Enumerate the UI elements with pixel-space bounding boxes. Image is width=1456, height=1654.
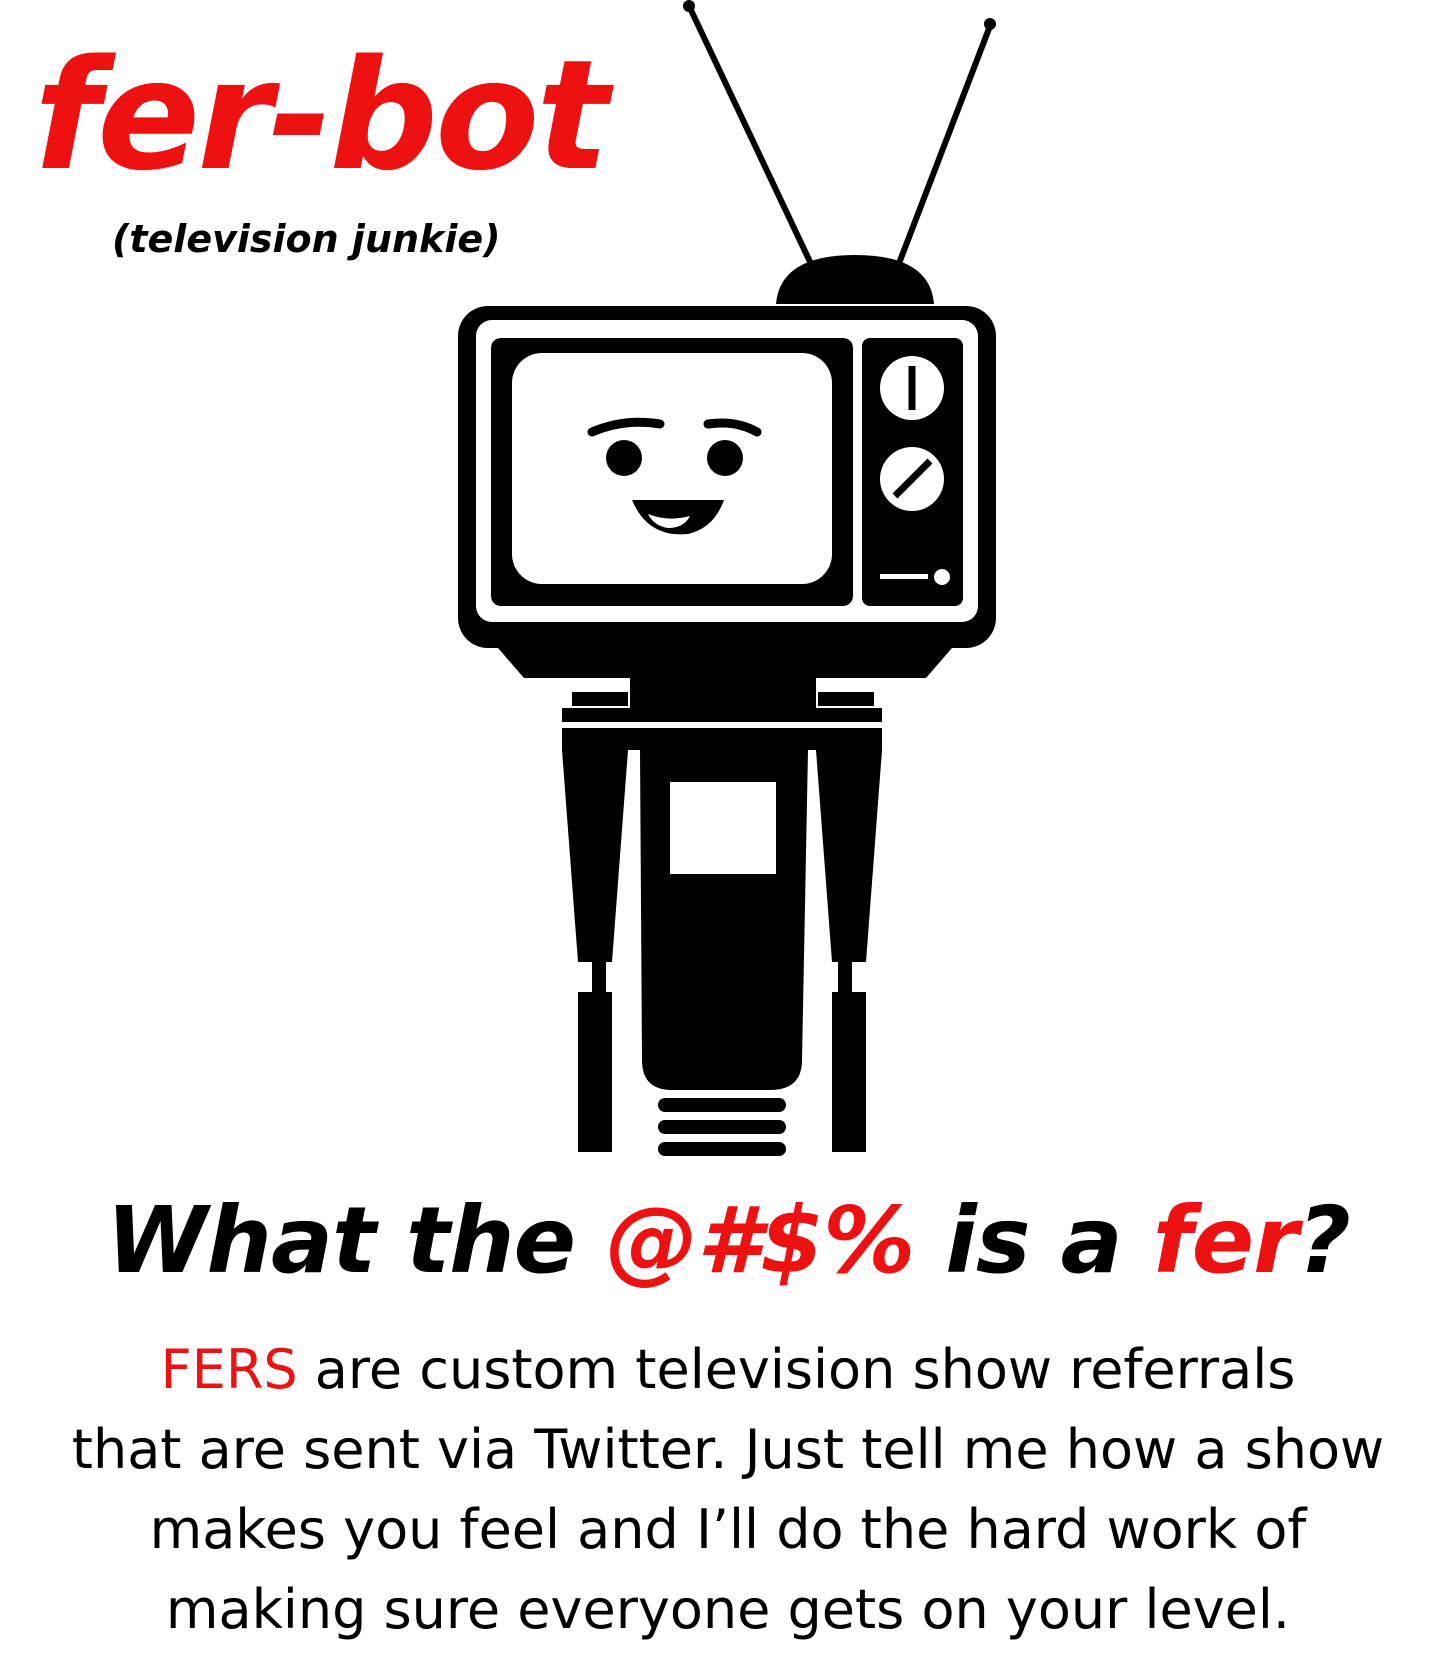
headline-question: ? — [1297, 1187, 1351, 1294]
description-line-3: makes you feel and I’ll do the hard work… — [149, 1498, 1307, 1561]
description-line-2: that are sent via Twitter. Just tell me … — [71, 1418, 1385, 1481]
description-line-1: FERS are custom television show referral… — [0, 1330, 1456, 1410]
tv-head — [458, 306, 996, 678]
tv-head-robot-icon — [458, 0, 996, 1156]
robot-torso — [562, 678, 882, 1156]
headline: What the @#$% is a fer? — [0, 1195, 1456, 1287]
description-fers: FERS — [160, 1338, 298, 1401]
description-line-4: making sure everyone gets on your level. — [165, 1578, 1291, 1641]
description: FERS are custom television show referral… — [0, 1330, 1456, 1650]
headline-part1: What the — [106, 1187, 607, 1294]
headline-fer: fer — [1152, 1187, 1299, 1294]
antenna-icon — [683, 0, 996, 304]
description-line-1-rest: are custom television show referrals — [297, 1338, 1296, 1401]
headline-part2: is a — [914, 1187, 1153, 1294]
headline-symbols: @#$% — [606, 1187, 915, 1294]
